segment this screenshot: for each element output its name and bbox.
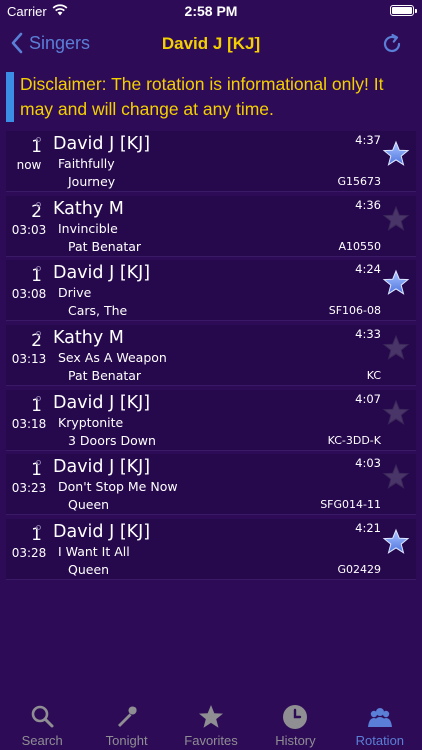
singer-name: Kathy M xyxy=(53,328,124,349)
tab-rotation[interactable]: Rotation xyxy=(338,700,422,750)
song-artist: 3 Doors Down xyxy=(68,432,156,448)
tab-label: History xyxy=(275,733,316,748)
favorite-star-icon[interactable] xyxy=(382,205,410,233)
singer-name: David J [KJ] xyxy=(53,392,151,413)
rotation-row[interactable]: 1 03:23 David J [KJ] Don't Stop Me Now Queen… xyxy=(6,454,416,516)
singer-name: David J [KJ] xyxy=(53,457,151,478)
song-code: KC-3DD-K xyxy=(327,433,381,447)
singer-name: David J [KJ] xyxy=(53,134,151,154)
rotation-row[interactable]: 1 03:28 David J [KJ] I Want It All Queen 4:21… xyxy=(6,519,416,581)
song-artist: Pat Benatar xyxy=(68,238,142,254)
tab-history[interactable]: History xyxy=(253,700,337,750)
favorite-star-icon[interactable] xyxy=(382,269,410,297)
wait-time: now xyxy=(16,158,42,172)
disclaimer-banner: Disclaimer: The rotation is informationa… xyxy=(6,72,418,122)
disclaimer-accent-bar xyxy=(6,72,14,122)
song-artist: Pat Benatar xyxy=(68,368,142,384)
song-title: Invincible xyxy=(58,220,118,236)
rotation-row[interactable]: 2 03:03 Kathy M Invincible Pat Benatar 4:36 A1… xyxy=(6,195,416,257)
page-title: David J [KJ] xyxy=(161,34,261,53)
refresh-icon[interactable] xyxy=(380,32,404,56)
wait-time: 03:08 xyxy=(11,287,47,302)
status-bar: Carrier 2:58 PM xyxy=(0,0,422,24)
favorite-star-icon[interactable] xyxy=(382,528,410,556)
singer-name: Kathy M xyxy=(53,198,124,219)
clock-time: 2:58 PM xyxy=(184,3,238,19)
favorite-star-icon[interactable] xyxy=(382,334,410,362)
song-artist: Journey xyxy=(68,174,116,189)
song-duration: 4:21 xyxy=(355,521,381,536)
song-code: SFG014-11 xyxy=(320,498,381,512)
song-code: KC xyxy=(366,369,381,383)
star-icon xyxy=(199,705,224,728)
wait-time: 03:18 xyxy=(11,416,47,431)
song-title: Sex As A Weapon xyxy=(58,350,167,366)
position-dot-icon xyxy=(36,201,41,207)
song-duration: 4:03 xyxy=(355,456,381,471)
tab-bar: Search Tonight Favorites History Rotation xyxy=(0,700,422,750)
microphone-icon xyxy=(117,706,137,727)
song-artist: Cars, The xyxy=(68,303,128,319)
position-dot-icon xyxy=(36,137,41,142)
song-artist: Queen xyxy=(68,562,110,578)
singer-name: David J [KJ] xyxy=(53,263,151,284)
song-code: A10550 xyxy=(338,239,381,253)
rotation-row[interactable]: 2 03:13 Kathy M Sex As A Weapon Pat Benatar 4… xyxy=(6,325,416,387)
wait-time: 03:28 xyxy=(11,546,47,561)
song-title: Kryptonite xyxy=(58,414,124,430)
song-code: G02429 xyxy=(337,563,381,577)
tab-label: Tonight xyxy=(105,733,148,748)
song-title: Don't Stop Me Now xyxy=(58,479,178,495)
wait-time: 03:23 xyxy=(11,481,47,496)
clock-icon xyxy=(283,705,308,729)
tab-label: Favorites xyxy=(184,733,238,748)
people-icon xyxy=(367,708,392,727)
battery-icon xyxy=(390,5,417,16)
tab-tonight[interactable]: Tonight xyxy=(84,700,168,750)
song-duration: 4:24 xyxy=(355,262,381,277)
wait-time: 03:13 xyxy=(11,352,47,367)
favorite-star-icon[interactable] xyxy=(382,140,410,168)
rotation-list: 1 now David J [KJ] Faithfully Journey 4:37 G15… xyxy=(6,131,416,584)
song-title: Drive xyxy=(58,285,92,301)
song-duration: 4:36 xyxy=(355,197,381,212)
tab-label: Rotation xyxy=(355,733,405,748)
disclaimer-text: Disclaimer: The rotation is informationa… xyxy=(20,74,384,119)
position-dot-icon xyxy=(36,395,41,401)
singer-name: David J [KJ] xyxy=(53,522,151,543)
rotation-row[interactable]: 1 now David J [KJ] Faithfully Journey 4:37 G15… xyxy=(6,131,416,192)
tab-label: Search xyxy=(21,733,63,748)
rotation-row[interactable]: 1 03:08 David J [KJ] Drive Cars, The 4:24 SF10… xyxy=(6,260,416,322)
tab-search[interactable]: Search xyxy=(0,700,84,750)
song-duration: 4:07 xyxy=(355,391,381,406)
favorite-star-icon[interactable] xyxy=(382,399,410,427)
favorite-star-icon[interactable] xyxy=(382,463,410,491)
song-title: Faithfully xyxy=(58,156,115,171)
tab-favorites[interactable]: Favorites xyxy=(169,700,253,750)
navigation-bar: Singers David J [KJ] xyxy=(0,26,422,66)
song-duration: 4:37 xyxy=(355,133,381,147)
song-code: G15673 xyxy=(337,175,381,188)
song-duration: 4:33 xyxy=(355,327,381,342)
song-code: SF106-08 xyxy=(328,304,381,318)
song-title: I Want It All xyxy=(58,544,130,560)
search-icon xyxy=(31,705,54,728)
song-artist: Queen xyxy=(68,497,110,513)
rotation-row[interactable]: 1 03:18 David J [KJ] Kryptonite 3 Doors Down… xyxy=(6,389,416,451)
wait-time: 03:03 xyxy=(11,222,47,237)
